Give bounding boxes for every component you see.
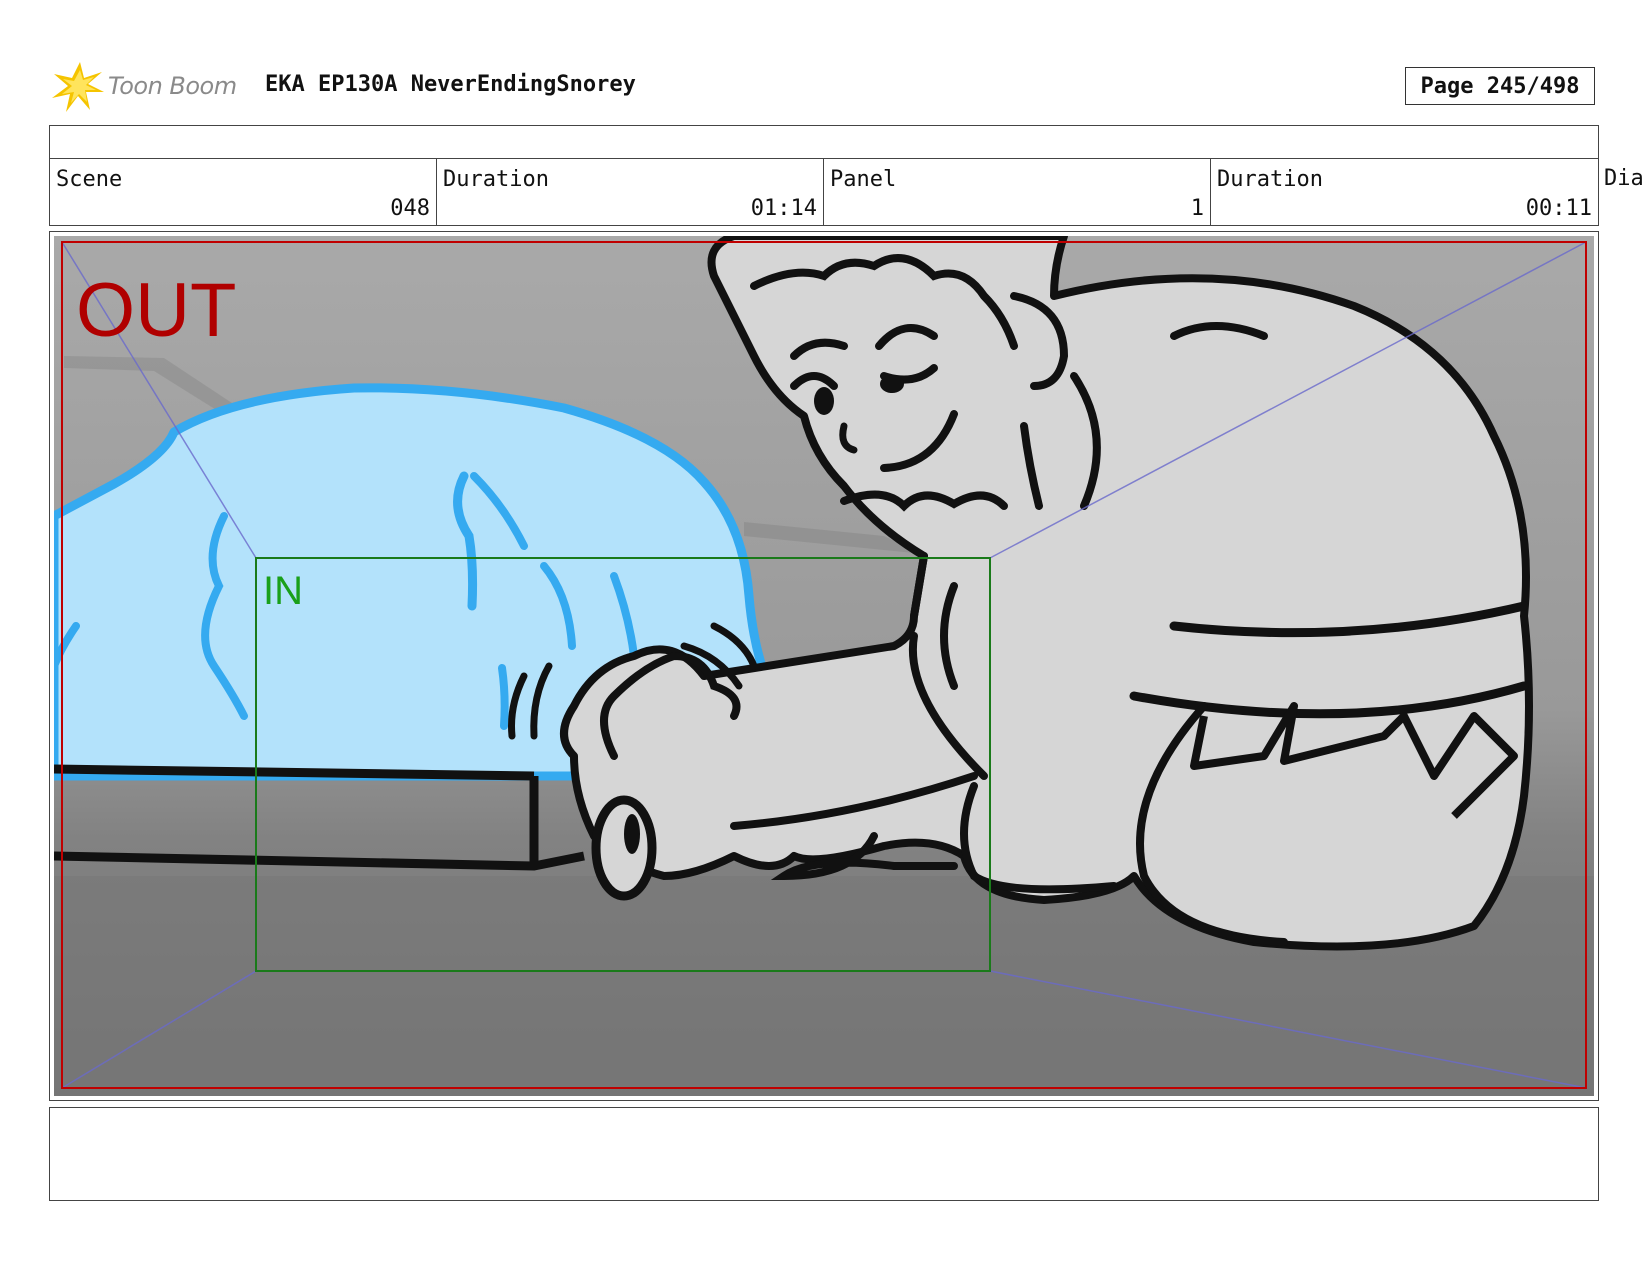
storyboard-panel: OUT IN — [49, 231, 1599, 1101]
toon-boom-logo: Toon Boom — [50, 58, 237, 114]
character-pupil-2 — [880, 375, 904, 393]
scene-cell: Scene 048 — [50, 159, 437, 225]
header-strip — [49, 125, 1599, 159]
out-label: OUT — [76, 268, 236, 353]
panel-cell: Panel 1 — [824, 159, 1211, 225]
info-row: Scene 048 Duration 01:14 Panel 1 Duratio… — [49, 158, 1599, 226]
panel-duration-label: Duration — [1217, 167, 1323, 192]
panel-duration-value: 00:11 — [1525, 196, 1592, 221]
logo-text: Toon Boom — [108, 72, 237, 100]
ice-crack-7 — [498, 664, 509, 730]
character-thumb-nail — [624, 814, 640, 854]
character-pupil — [814, 387, 834, 415]
scene-duration-label: Duration — [443, 167, 549, 192]
dialogue-label: Dia — [1604, 166, 1644, 191]
in-label: IN — [263, 569, 303, 613]
character-thumb — [591, 795, 657, 901]
scene-value: 048 — [390, 196, 430, 221]
scene-duration-cell: Duration 01:14 — [437, 159, 824, 225]
scene-duration-value: 01:14 — [750, 196, 817, 221]
page-indicator: Page 245/498 — [1405, 67, 1595, 105]
caption-box — [49, 1107, 1599, 1201]
panel-label: Panel — [830, 167, 897, 192]
star-burst-icon — [52, 62, 104, 112]
scene-label: Scene — [56, 167, 123, 192]
panel-duration-cell: Duration 00:11 — [1211, 159, 1598, 225]
panel-drawing: OUT IN — [54, 236, 1594, 1096]
project-title: EKA EP130A NeverEndingSnorey — [265, 72, 636, 97]
panel-value: 1 — [1190, 196, 1204, 221]
